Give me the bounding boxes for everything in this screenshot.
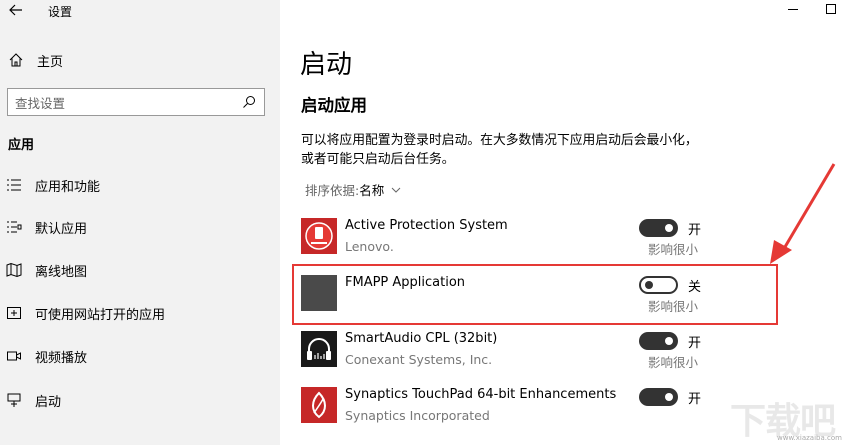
startup-app-row: Active Protection System Lenovo. 开 影响很小: [300, 218, 720, 262]
apps-features-icon: [7, 179, 21, 191]
sidebar-item-label: 应用和功能: [35, 179, 101, 195]
toggle-knob: [665, 337, 673, 345]
search-input[interactable]: 查找设置: [7, 88, 265, 116]
sidebar-item-video-playback[interactable]: 视频播放: [0, 341, 280, 371]
page-title: 启动: [300, 50, 353, 80]
startup-app-row: Synaptics TouchPad 64-bit Enhancements S…: [300, 387, 720, 431]
headphones-icon: [301, 331, 337, 367]
startup-toggle[interactable]: [639, 219, 678, 237]
startup-icon: [7, 393, 21, 407]
watermark-url: www.xiazaiba.com: [777, 434, 842, 442]
sort-label: 排序依据:: [305, 183, 360, 198]
search-icon[interactable]: [242, 95, 256, 109]
video-playback-icon: [7, 351, 21, 361]
sidebar-item-label: 可使用网站打开的应用: [35, 307, 166, 323]
toggle-state-label: 开: [688, 392, 702, 407]
apps-for-websites-icon: [7, 307, 21, 319]
minimize-button[interactable]: [788, 9, 798, 10]
sidebar-item-offline-maps[interactable]: 离线地图: [0, 255, 280, 285]
sidebar-item-label: 默认应用: [35, 221, 88, 237]
sidebar-section-title: 应用: [8, 138, 35, 153]
app-publisher: Conexant Systems, Inc.: [345, 352, 493, 367]
sidebar-item-default-apps[interactable]: 默认应用: [0, 212, 280, 242]
sidebar: 设置 主页 查找设置 应用 应用和功能 默认应用 离线地图 可使用网站打开的应用…: [0, 0, 280, 445]
annotation-arrow-icon: [770, 163, 836, 264]
back-arrow-icon[interactable]: [8, 2, 24, 18]
app-name: Active Protection System: [345, 218, 508, 233]
startup-toggle[interactable]: [639, 388, 678, 406]
app-name: Synaptics TouchPad 64-bit Enhancements: [345, 387, 617, 402]
sidebar-item-startup[interactable]: 启动: [0, 385, 280, 415]
sidebar-item-apps-for-websites[interactable]: 可使用网站打开的应用: [0, 298, 280, 328]
chevron-down-icon: [391, 187, 401, 193]
home-label: 主页: [37, 54, 64, 70]
sidebar-item-home[interactable]: 主页: [0, 48, 280, 72]
toggle-knob: [665, 224, 673, 232]
sidebar-item-label: 启动: [35, 394, 62, 410]
maximize-button[interactable]: [826, 4, 836, 14]
synaptics-icon: [301, 387, 337, 423]
startup-impact: 影响很小: [648, 242, 699, 257]
active-protection-icon: [301, 218, 337, 254]
startup-app-row: SmartAudio CPL (32bit) Conexant Systems,…: [300, 331, 720, 375]
sort-dropdown[interactable]: 排序依据: 名称: [305, 180, 401, 199]
default-apps-icon: [7, 221, 22, 233]
app-name: SmartAudio CPL (32bit): [345, 331, 498, 346]
home-icon: [9, 53, 23, 67]
app-publisher: Lenovo.: [345, 239, 394, 254]
toggle-knob: [665, 393, 673, 401]
offline-maps-icon: [6, 262, 22, 278]
description: 可以将应用配置为登录时启动。在大多数情况下应用启动后会最小化，或者可能只启动后台…: [301, 133, 698, 167]
sidebar-item-label: 视频播放: [35, 350, 88, 366]
sort-value: 名称: [359, 183, 385, 198]
section-title: 启动应用: [301, 96, 367, 115]
toggle-state-label: 开: [688, 223, 702, 238]
sidebar-item-apps-features[interactable]: 应用和功能: [0, 170, 280, 200]
startup-toggle[interactable]: [639, 332, 678, 350]
startup-impact: 影响很小: [648, 355, 699, 370]
toggle-state-label: 开: [688, 336, 702, 351]
app-publisher: Synaptics Incorporated: [345, 408, 490, 423]
sidebar-item-label: 离线地图: [35, 264, 88, 280]
window-title: 设置: [48, 5, 73, 19]
highlight-box: [292, 264, 778, 325]
search-placeholder: 查找设置: [15, 95, 66, 111]
